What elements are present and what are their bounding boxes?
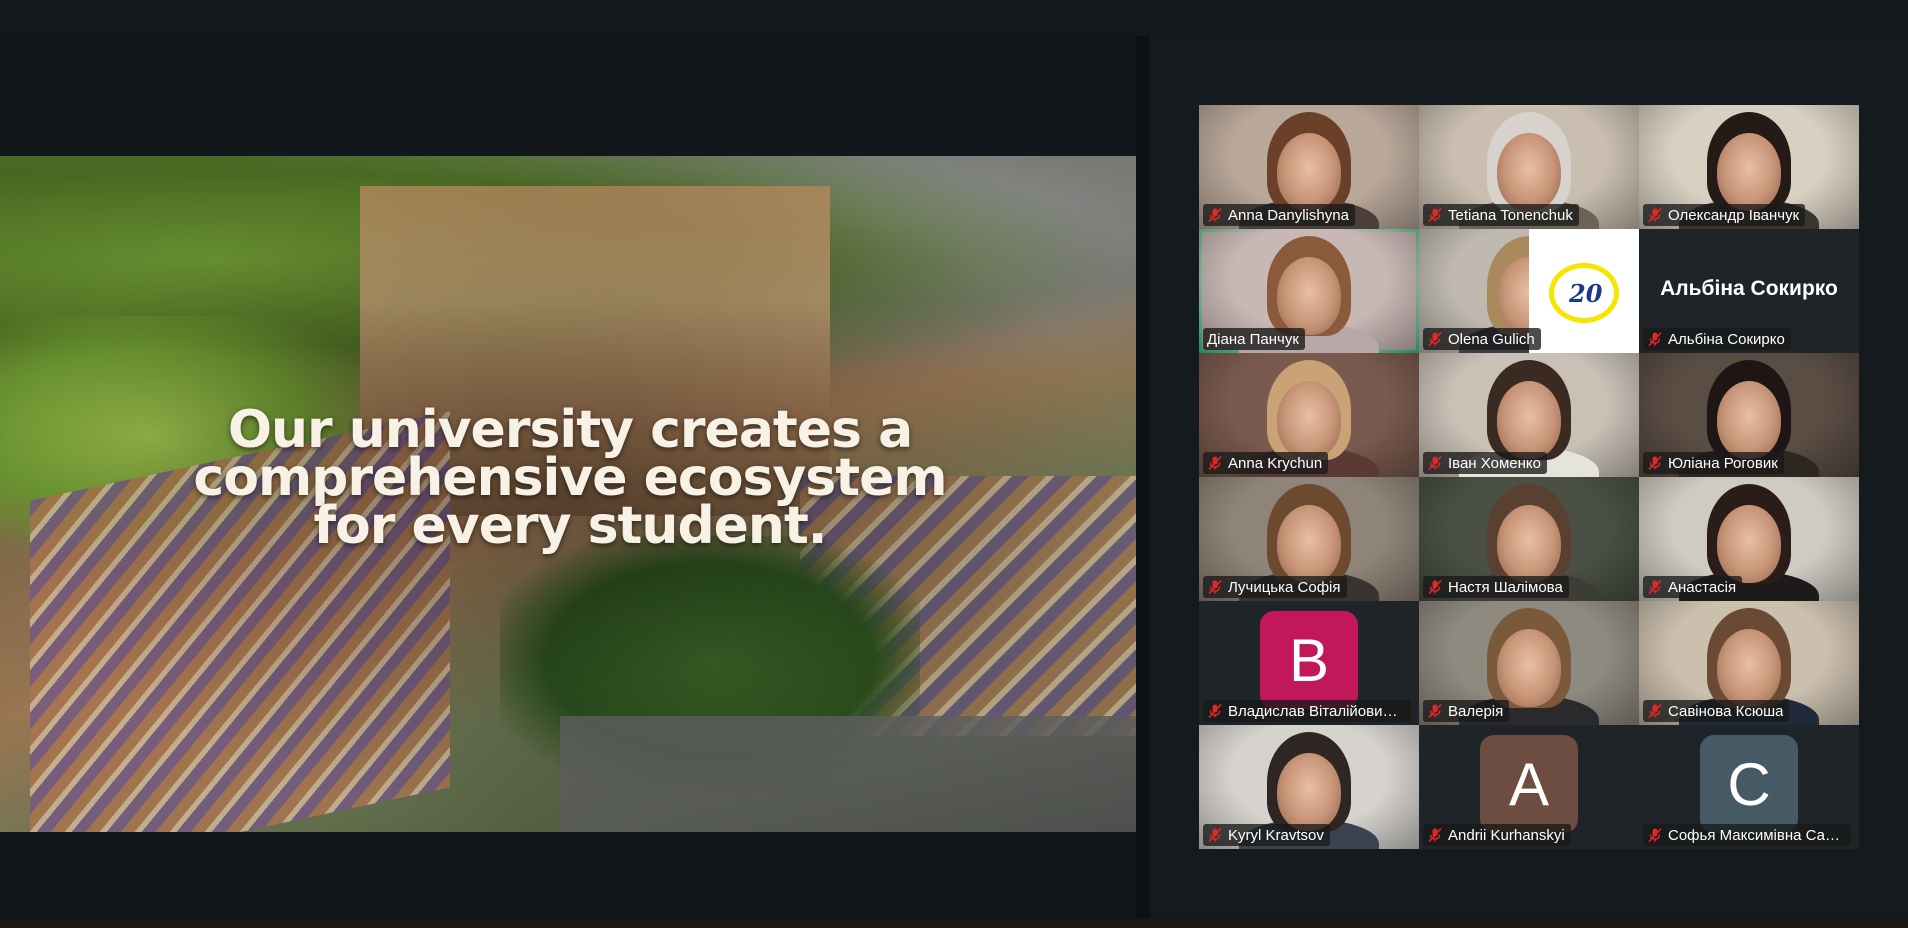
participant-name-tag: Діана Панчук [1203, 328, 1305, 350]
participant-face [1277, 752, 1341, 831]
participant-tile[interactable]: Олександр Іванчук [1639, 105, 1859, 229]
muted-mic-icon [1648, 579, 1662, 595]
participant-name: Валерія [1448, 702, 1504, 720]
participant-name: Анастасія [1668, 578, 1737, 596]
participant-name: Іван Хоменко [1448, 454, 1541, 472]
participant-tile[interactable]: C Софья Максимівна Савч... [1639, 725, 1859, 849]
participant-name: Andrii Kurhanskyi [1448, 826, 1565, 844]
muted-mic-icon [1208, 579, 1222, 595]
muted-mic-icon [1648, 331, 1662, 347]
participant-tile[interactable]: 20 Olena Gulich [1419, 229, 1639, 353]
participant-tile[interactable]: B Владислав Віталійович К... [1199, 601, 1419, 725]
participant-tile[interactable]: Іван Хоменко [1419, 353, 1639, 477]
participant-name-tag: Владислав Віталійович К... [1203, 700, 1411, 722]
participant-name: Софья Максимівна Савч... [1668, 826, 1845, 844]
participant-face [1717, 132, 1781, 211]
participant-tile[interactable]: Діана Панчук [1199, 229, 1419, 353]
participant-tile[interactable]: Альбіна Сокирко Альбіна Сокирко [1639, 229, 1859, 353]
participant-name: Альбіна Сокирко [1668, 330, 1785, 348]
participant-face [1497, 628, 1561, 707]
participant-tile[interactable]: Tetiana Tonenchuk [1419, 105, 1639, 229]
participant-name-tag: Юліана Роговик [1643, 452, 1784, 474]
participant-tile[interactable]: Анастасія [1639, 477, 1859, 601]
participant-avatar: C [1700, 735, 1798, 833]
muted-mic-icon [1648, 703, 1662, 719]
meeting-top-bar [0, 0, 1908, 36]
muted-mic-icon [1428, 207, 1442, 223]
muted-mic-icon [1428, 703, 1442, 719]
participant-name-tag: Anna Danylishyna [1203, 204, 1355, 226]
participant-name-tag: Савінова Ксюша [1643, 700, 1790, 722]
participant-name-tag: Альбіна Сокирко [1643, 328, 1791, 350]
participant-name-tag: Софья Максимівна Савч... [1643, 824, 1851, 846]
participant-face [1717, 628, 1781, 707]
participant-name: Юліана Роговик [1668, 454, 1778, 472]
muted-mic-icon [1428, 331, 1442, 347]
muted-mic-icon [1208, 207, 1222, 223]
participant-face [1497, 380, 1561, 459]
participant-name: Діана Панчук [1207, 330, 1299, 348]
participant-name-tag: Анастасія [1643, 576, 1743, 598]
participant-face [1717, 380, 1781, 459]
muted-mic-icon [1208, 455, 1222, 471]
participant-tile[interactable]: Савінова Ксюша [1639, 601, 1859, 725]
panel-splitter[interactable] [1136, 36, 1150, 918]
participant-name-tag: Іван Хоменко [1423, 452, 1547, 474]
participant-face [1277, 132, 1341, 211]
participant-name-tag: Anna Krychun [1203, 452, 1329, 474]
muted-mic-icon [1428, 827, 1442, 843]
participant-display-name: Альбіна Сокирко [1660, 277, 1838, 300]
participant-grid: Anna Danylishyna Tetiana Tonenchuk Олексан… [1199, 105, 1859, 849]
muted-mic-icon [1428, 455, 1442, 471]
participant-name-tag: Настя Шалімова [1423, 576, 1569, 598]
participant-face [1277, 256, 1341, 335]
muted-mic-icon [1428, 579, 1442, 595]
participant-name-tag: Kyryl Kravtsov [1203, 824, 1330, 846]
participant-face [1497, 132, 1561, 211]
participant-tile[interactable]: Kyryl Kravtsov [1199, 725, 1419, 849]
participant-tile[interactable]: Юліана Роговик [1639, 353, 1859, 477]
muted-mic-icon [1208, 703, 1222, 719]
participant-name-tag: Tetiana Tonenchuk [1423, 204, 1579, 226]
muted-mic-icon [1208, 827, 1222, 843]
participant-face [1277, 504, 1341, 583]
participant-name: Лучицька Софія [1228, 578, 1341, 596]
participant-tile[interactable]: Anna Krychun [1199, 353, 1419, 477]
participant-name-tag: Лучицька Софія [1203, 576, 1347, 598]
participant-name-tag: Andrii Kurhanskyi [1423, 824, 1571, 846]
participant-name: Olena Gulich [1448, 330, 1535, 348]
muted-mic-icon [1648, 827, 1662, 843]
participant-avatar: A [1480, 735, 1578, 833]
presentation-slide: Our university creates a comprehensive e… [0, 156, 1136, 832]
participant-name-tag: Олександр Іванчук [1643, 204, 1806, 226]
participant-name-tag: Olena Gulich [1423, 328, 1541, 350]
participant-name: Anna Danylishyna [1228, 206, 1349, 224]
participant-name: Владислав Віталійович К... [1228, 702, 1405, 720]
slide-headline: Our university creates a comprehensive e… [193, 400, 947, 556]
participant-name: Настя Шалімова [1448, 578, 1563, 596]
participant-name: Tetiana Tonenchuk [1448, 206, 1573, 224]
muted-mic-icon [1648, 455, 1662, 471]
window-bottom-edge [0, 918, 1908, 928]
participant-tile[interactable]: A Andrii Kurhanskyi [1419, 725, 1639, 849]
participant-name: Савінова Ксюша [1668, 702, 1784, 720]
participant-name-tag: Валерія [1423, 700, 1510, 722]
participant-tile[interactable]: Валерія [1419, 601, 1639, 725]
participant-tile[interactable]: Настя Шалімова [1419, 477, 1639, 601]
participant-face [1717, 504, 1781, 583]
screen-share-panel: Our university creates a comprehensive e… [0, 36, 1136, 918]
participant-name: Олександр Іванчук [1668, 206, 1800, 224]
participant-name: Anna Krychun [1228, 454, 1323, 472]
anniversary-logo-text: 20 [1569, 279, 1603, 308]
participant-name: Kyryl Kravtsov [1228, 826, 1324, 844]
participant-tile[interactable]: Anna Danylishyna [1199, 105, 1419, 229]
participant-avatar: B [1260, 611, 1358, 709]
participant-face [1277, 380, 1341, 459]
participant-tile[interactable]: Лучицька Софія [1199, 477, 1419, 601]
muted-mic-icon [1648, 207, 1662, 223]
participant-face [1497, 504, 1561, 583]
